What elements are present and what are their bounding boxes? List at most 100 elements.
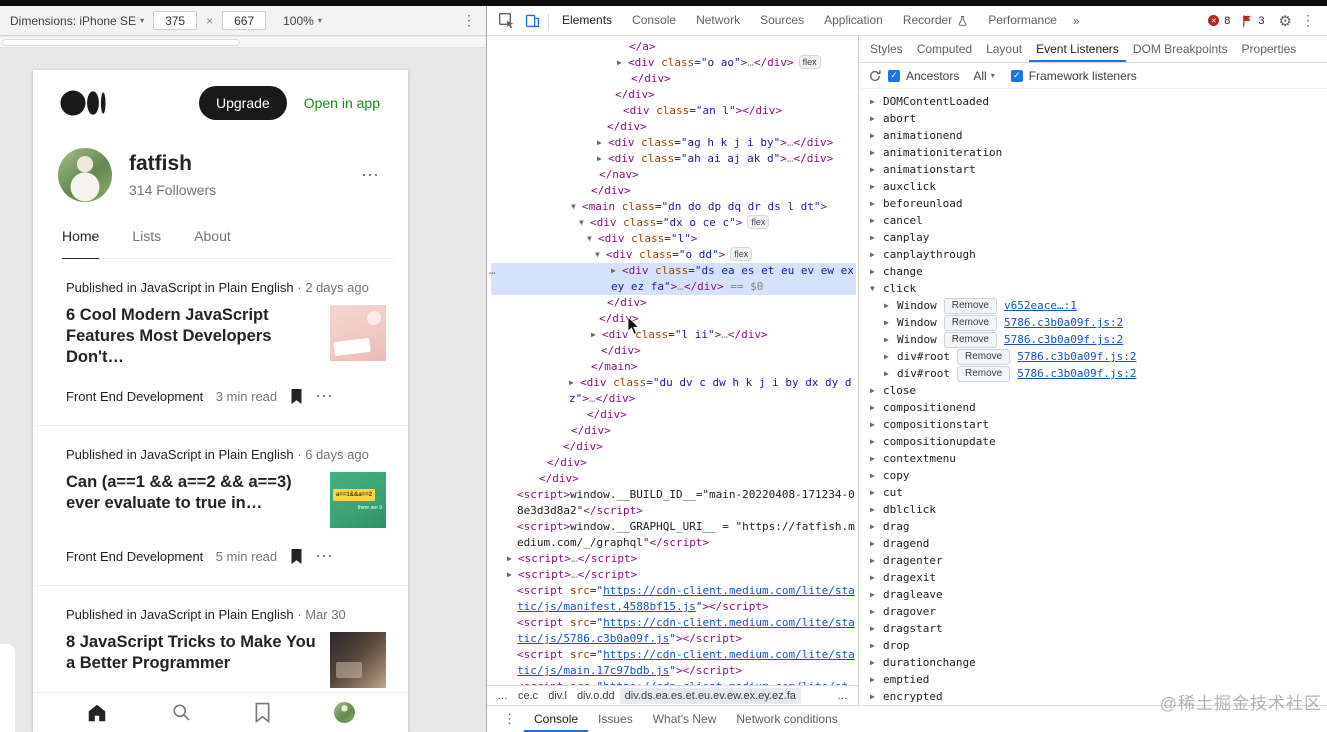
hover-menu-dots[interactable]: … [489,263,496,279]
expand-arrow[interactable]: ▶ [870,229,883,246]
devtools-tab-application[interactable]: Application [814,6,893,35]
publication-name[interactable]: JavaScript in Plain English [140,280,293,295]
event-row-dragend[interactable]: ▶ dragend [860,535,1327,552]
event-row-canplaythrough[interactable]: ▶ canplaythrough [860,246,1327,263]
event-row-drop[interactable]: ▶ drop [860,637,1327,654]
dom-tree-line[interactable]: ▶ <script>…</script> [491,567,856,583]
drawer-tab-whats-new[interactable]: What's New [643,706,727,732]
expand-arrow[interactable]: ▶ [870,603,883,620]
followers-count[interactable]: 314 Followers [129,182,216,198]
expand-arrow[interactable]: ▶ [591,327,602,343]
expand-arrow[interactable]: ▶ [870,637,883,654]
dom-tree-line[interactable]: </div> [491,343,856,359]
event-row-cut[interactable]: ▶ cut [860,484,1327,501]
article-card[interactable]: Published in JavaScript in Plain English… [33,586,408,688]
drawer-tab-issues[interactable]: Issues [588,706,643,732]
home-icon[interactable] [86,702,108,724]
breadcrumb-item[interactable]: ce.c [513,688,543,704]
event-row-contextmenu[interactable]: ▶ contextmenu [860,450,1327,467]
expand-arrow[interactable]: ▶ [870,144,883,161]
expand-arrow[interactable]: ▶ [870,569,883,586]
error-count-icon[interactable]: ✕ [1208,15,1220,26]
expand-arrow[interactable]: ▶ [870,671,883,688]
article-thumbnail[interactable]: a==1&&a==2 there are 9 [330,472,386,528]
publication-name[interactable]: JavaScript in Plain English [140,447,293,462]
device-scrollbar-track[interactable] [0,37,486,48]
listener-source-link[interactable]: 5786.c3b0a09f.js:2 [1017,367,1136,380]
tab-about[interactable]: About [194,228,231,258]
expand-arrow[interactable]: ▶ [611,263,622,279]
device-scrollbar-thumb[interactable] [2,39,240,46]
refresh-icon[interactable] [868,69,882,83]
dom-tree-line[interactable]: ▶ <div class="l ii">…</div> [491,327,856,343]
dom-tree-line[interactable]: </nav> [491,167,856,183]
expand-arrow[interactable]: ▶ [870,263,883,280]
medium-logo-icon[interactable] [60,90,106,116]
remove-listener-button[interactable]: Remove [943,298,997,314]
article-thumbnail[interactable] [330,305,386,361]
ancestors-checkbox[interactable]: ✓ [888,69,900,82]
sidebar-tab-layout[interactable]: Layout [979,36,1029,62]
inspect-element-icon[interactable] [493,8,519,34]
dom-tree-line[interactable]: </main> [491,359,856,375]
dom-tree-line[interactable]: ▶ <script>…</script> [491,551,856,567]
dom-tree-line[interactable]: <script>window.__BUILD_ID__="main-202204… [491,487,856,519]
article-more-menu-icon[interactable]: ⋯ [315,546,334,567]
event-row-durationchange[interactable]: ▶ durationchange [860,654,1327,671]
dom-tree-line[interactable]: ▶ <div class="ag h k j i by">…</div> [491,135,856,151]
article-more-menu-icon[interactable]: ⋯ [315,386,334,407]
dom-tree-line[interactable]: </div> [491,119,856,135]
event-row-animationstart[interactable]: ▶ animationstart [860,161,1327,178]
dom-tree-line[interactable]: </div> [491,311,856,327]
drawer-tab-console[interactable]: Console [524,706,588,732]
expand-arrow[interactable]: ▶ [870,382,883,399]
event-row-animationend[interactable]: ▶ animationend [860,127,1327,144]
dom-tree-line[interactable]: <script src="https://cdn-client.medium.c… [491,615,856,647]
device-toolbar-menu-icon[interactable]: ⋮ [462,12,476,29]
expand-arrow[interactable]: ▶ [884,365,897,382]
event-row-copy[interactable]: ▶ copy [860,467,1327,484]
remove-listener-button[interactable]: Remove [956,349,1011,365]
expand-arrow[interactable]: ▶ [870,127,883,144]
event-row-dragenter[interactable]: ▶ dragenter [860,552,1327,569]
listener-source-link[interactable]: 5786.c3b0a09f.js:2 [1004,316,1123,329]
open-in-app-link[interactable]: Open in app [304,95,380,111]
profile-nav-avatar[interactable] [333,702,355,723]
expand-arrow[interactable]: ▶ [569,375,580,391]
dom-tree-line[interactable]: ▼ <main class="dn do dp dq dr ds l dt"> [491,199,856,215]
listener-node[interactable]: Window [897,316,937,329]
framework-listeners-checkbox[interactable]: ✓ [1010,69,1023,82]
expand-arrow[interactable]: ▶ [870,416,883,433]
upgrade-button[interactable]: Upgrade [199,86,287,120]
listener-node[interactable]: div#root [897,367,950,380]
article-title[interactable]: 8 JavaScript Tricks to Make You a Better… [66,632,320,688]
expand-arrow[interactable]: ▼ [595,247,606,263]
bookmark-icon[interactable] [290,548,303,565]
flex-badge[interactable]: flex [730,247,753,261]
event-row-beforeunload[interactable]: ▶ beforeunload [860,195,1327,212]
event-row-compositionstart[interactable]: ▶ compositionstart [860,416,1327,433]
dom-tree-line[interactable]: <script src="https://cdn-client.medium.c… [491,647,856,679]
expand-arrow[interactable]: ▶ [884,348,897,365]
dom-tree-line[interactable]: ▼ <div class="dx o ce c"> flex [491,215,856,231]
event-row-close[interactable]: ▶ close [860,382,1327,399]
search-icon[interactable] [171,702,192,723]
devtools-tab-recorder[interactable]: Recorder [893,6,978,35]
expand-arrow[interactable]: ▶ [597,135,608,151]
event-row-compositionupdate[interactable]: ▶ compositionupdate [860,433,1327,450]
expand-arrow[interactable]: ▶ [507,551,518,567]
dom-tree-line[interactable]: </div> [491,439,856,455]
event-row-cancel[interactable]: ▶ cancel [860,212,1327,229]
issue-count[interactable]: 3 [1258,15,1264,27]
event-row-auxclick[interactable]: ▶ auxclick [860,178,1327,195]
dom-tree-line[interactable]: ▶ <div class="ah ai aj ak d">…</div> [491,151,856,167]
sidebar-tab-styles[interactable]: Styles [863,36,910,62]
dom-tree-line-selected[interactable]: … ▶ <div class="ds ea es et eu ev ew ex ey… [489,263,856,295]
dom-tree-line[interactable]: </div> [491,471,856,487]
error-count[interactable]: 8 [1224,15,1230,27]
device-type-dropdown[interactable]: Dimensions: iPhone SE ▾ [10,14,144,28]
expand-arrow[interactable]: ▶ [870,467,883,484]
expand-arrow[interactable]: ▶ [617,55,628,71]
expand-arrow[interactable]: ▶ [870,552,883,569]
expand-arrow[interactable]: ▶ [870,688,883,705]
